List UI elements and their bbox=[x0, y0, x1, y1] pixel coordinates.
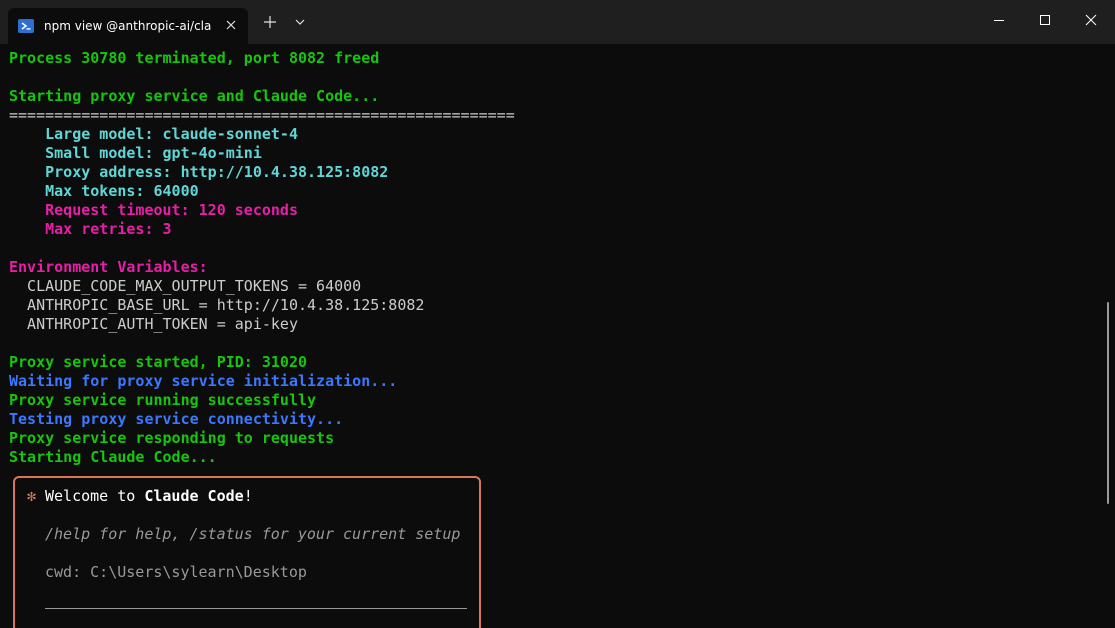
output-line: Max retries: 3 bbox=[9, 220, 172, 238]
output-line: Proxy service running successfully bbox=[9, 391, 317, 409]
output-line: Small model: gpt-4o-mini bbox=[9, 144, 262, 162]
output-line: CLAUDE_CODE_MAX_OUTPUT_TOKENS = 64000 bbox=[9, 277, 362, 295]
divider bbox=[45, 608, 467, 609]
separator-line: ========================================… bbox=[9, 106, 515, 124]
welcome-message: Welcome to Claude Code! bbox=[45, 487, 253, 506]
chevron-down-icon[interactable] bbox=[286, 8, 314, 36]
asterisk-icon: ✻ bbox=[27, 487, 37, 505]
output-line: Waiting for proxy service initialization… bbox=[9, 372, 398, 390]
maximize-icon[interactable] bbox=[1022, 0, 1068, 40]
plus-icon[interactable] bbox=[256, 8, 284, 36]
terminal-tab[interactable]: npm view @anthropic-ai/claude-code bbox=[8, 8, 248, 44]
app-name: Claude Code bbox=[144, 487, 244, 505]
title-bar[interactable]: npm view @anthropic-ai/claude-code bbox=[0, 0, 1115, 44]
output-line: Large model: claude-sonnet-4 bbox=[9, 125, 298, 143]
output-line: Proxy address: http://10.4.38.125:8082 bbox=[9, 163, 389, 181]
output-line: Testing proxy service connectivity... bbox=[9, 410, 344, 428]
output-line: Proxy service responding to requests bbox=[9, 429, 335, 447]
output-line: Environment Variables: bbox=[9, 258, 208, 276]
help-hint: /help for help, /status for your current… bbox=[45, 525, 461, 543]
tab-title: npm view @anthropic-ai/claude-code bbox=[44, 19, 212, 33]
output-line: Request timeout: 120 seconds bbox=[9, 201, 298, 219]
output-line: Proxy service started, PID: 31020 bbox=[9, 353, 308, 371]
terminal-window: npm view @anthropic-ai/claude-code Proce… bbox=[0, 0, 1115, 628]
minimize-icon[interactable] bbox=[976, 0, 1022, 40]
close-icon[interactable] bbox=[1068, 0, 1114, 40]
powershell-icon bbox=[18, 19, 34, 33]
welcome-prefix: Welcome to bbox=[45, 487, 145, 505]
output-line: Max tokens: 64000 bbox=[9, 182, 199, 200]
output-line: Starting Claude Code... bbox=[9, 448, 217, 466]
output-line: ANTHROPIC_AUTH_TOKEN = api-key bbox=[9, 315, 298, 333]
welcome-box: ✻ Welcome to Claude Code! /help for help… bbox=[13, 476, 481, 628]
output-line: Starting proxy service and Claude Code..… bbox=[9, 87, 380, 105]
close-icon[interactable] bbox=[220, 14, 242, 36]
output-line: Process 30780 terminated, port 8082 free… bbox=[9, 49, 380, 67]
welcome-suffix: ! bbox=[243, 487, 253, 505]
cwd-text: cwd: C:\Users\sylearn\Desktop bbox=[45, 563, 307, 581]
output-line: ANTHROPIC_BASE_URL = http://10.4.38.125:… bbox=[9, 296, 425, 314]
scrollbar[interactable] bbox=[1107, 302, 1109, 504]
